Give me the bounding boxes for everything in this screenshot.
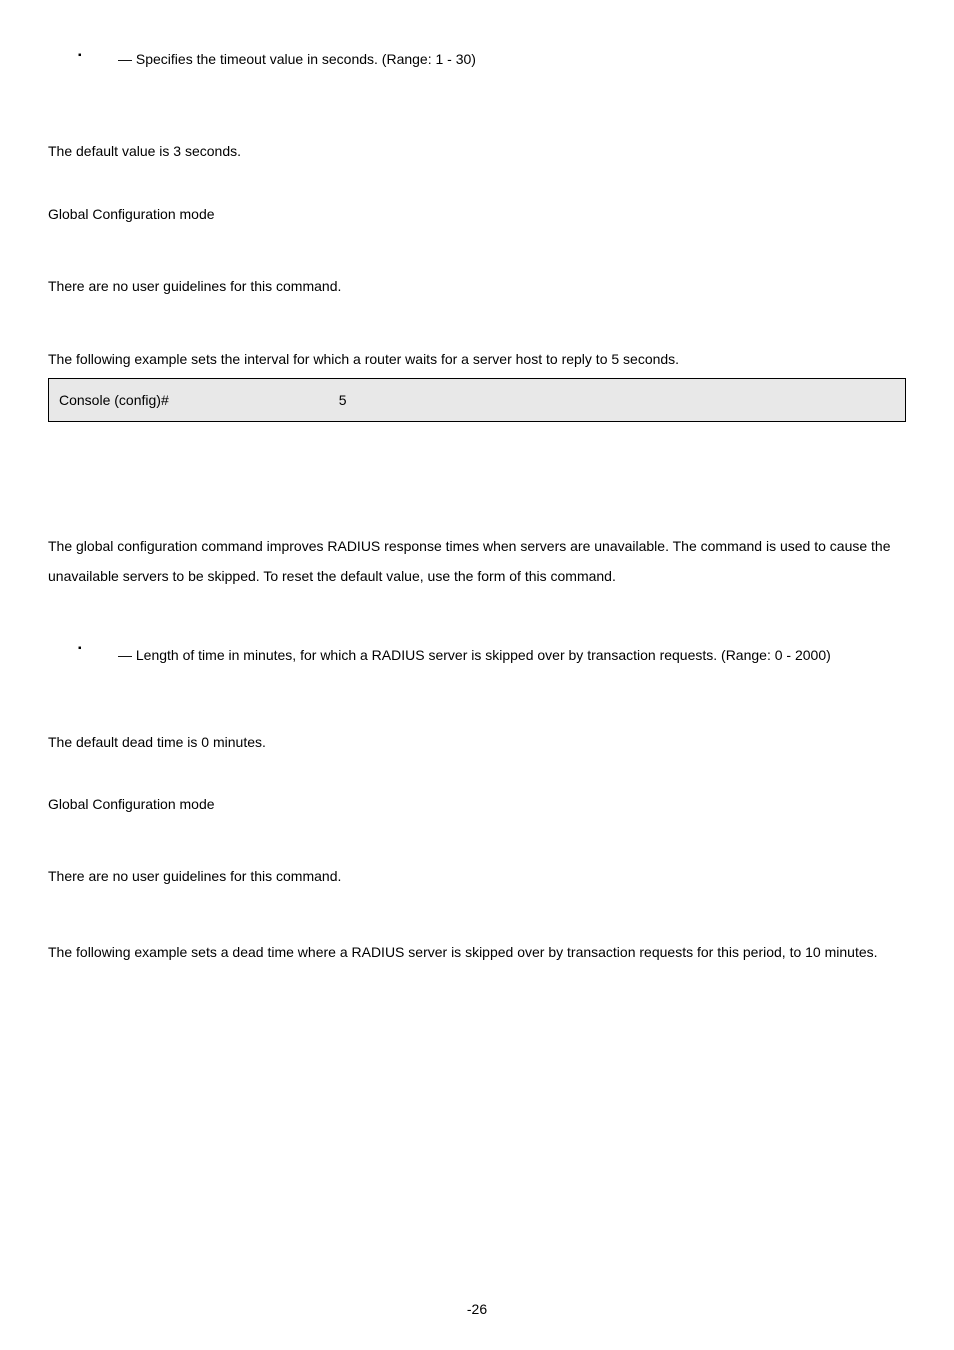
desc-part-b: global configuration command improves RA… xyxy=(48,538,891,583)
default-config-1: The default value is 3 seconds. xyxy=(48,140,906,162)
parameter-item: — Specifies the timeout value in seconds… xyxy=(78,48,906,70)
code-example-1: Console (config)# 5 xyxy=(48,378,906,422)
user-guidelines-2: There are no user guidelines for this co… xyxy=(48,865,906,887)
page-content: — Specifies the timeout value in seconds… xyxy=(48,48,906,967)
example-intro-1: The following example sets the interval … xyxy=(48,348,906,370)
desc-part-c: form of this command. xyxy=(477,568,616,584)
command-mode-1: Global Configuration mode xyxy=(48,203,906,225)
parameter-text: — Length of time in minutes, for which a… xyxy=(118,641,902,670)
code-prompt: Console (config)# xyxy=(59,392,169,408)
example-intro-2: The following example sets a dead time w… xyxy=(48,938,906,967)
command-description-2: The global configuration command improve… xyxy=(48,532,906,591)
parameter-list-2: — Length of time in minutes, for which a… xyxy=(48,641,906,670)
parameter-item: — Length of time in minutes, for which a… xyxy=(78,641,906,670)
parameter-list-1: — Specifies the timeout value in seconds… xyxy=(48,48,906,70)
code-value: 5 xyxy=(339,392,347,408)
parameter-text: — Specifies the timeout value in seconds… xyxy=(118,48,902,70)
user-guidelines-1: There are no user guidelines for this co… xyxy=(48,275,906,297)
command-mode-2: Global Configuration mode xyxy=(48,793,906,815)
desc-part-a: The xyxy=(48,538,76,554)
page-number: -26 xyxy=(0,1298,954,1320)
default-config-2: The default dead time is 0 minutes. xyxy=(48,731,906,753)
